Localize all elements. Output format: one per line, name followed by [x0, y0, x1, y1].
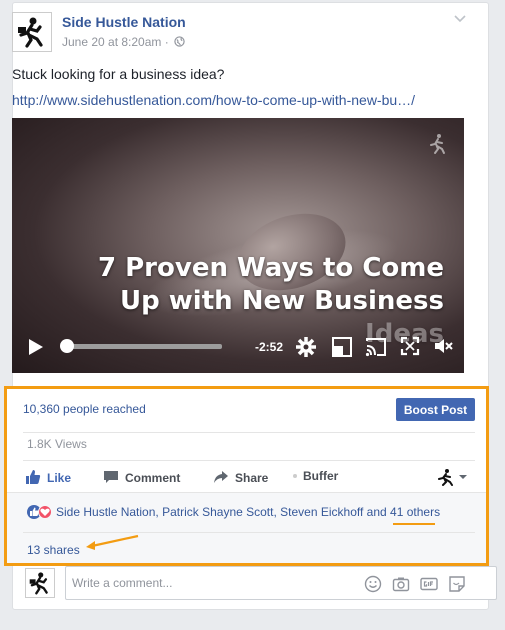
- video-title-line2: Up with New Business: [120, 286, 444, 316]
- thumbs-up-icon: [26, 470, 41, 484]
- reactions-others-link[interactable]: 41 others: [390, 505, 440, 519]
- comment-label: Comment: [125, 471, 181, 485]
- boost-post-button[interactable]: Boost Post: [396, 398, 475, 421]
- page-name-link[interactable]: Side Hustle Nation: [62, 14, 186, 30]
- like-button[interactable]: Like: [25, 469, 71, 485]
- comment-input[interactable]: [72, 576, 352, 590]
- reactor-name-1[interactable]: Side Hustle Nation: [56, 505, 155, 519]
- comment-composer: [23, 566, 497, 602]
- people-reached-link[interactable]: 10,360 people reached: [23, 402, 146, 416]
- share-label: Share: [235, 471, 269, 485]
- fullscreen-icon[interactable]: [400, 336, 420, 356]
- runner-logo-icon: [29, 572, 48, 595]
- emoji-icon[interactable]: [364, 575, 382, 593]
- cast-icon[interactable]: [364, 336, 388, 358]
- buffer-label: Buffer: [303, 469, 339, 483]
- mute-icon[interactable]: [433, 336, 453, 356]
- reactor-name-2[interactable]: Patrick Shayne Scott: [162, 505, 273, 519]
- post-text: Stuck looking for a business idea?: [12, 66, 225, 82]
- comment-button[interactable]: Comment: [103, 469, 180, 485]
- page-logo-avatar[interactable]: [12, 12, 52, 52]
- theater-mode-icon[interactable]: [331, 336, 353, 358]
- views-count: 1.8K Views: [27, 437, 87, 451]
- post-header: Side Hustle Nation June 20 at 8:20am ·: [12, 10, 467, 54]
- love-reaction-icon: [38, 505, 52, 519]
- video-time-remaining: -2:52: [255, 340, 284, 354]
- divider: [23, 460, 475, 461]
- sticker-icon[interactable]: [448, 575, 466, 593]
- post-timestamp[interactable]: June 20 at 8:20am: [62, 35, 161, 49]
- comment-icon: [104, 471, 118, 483]
- camera-icon[interactable]: [392, 575, 410, 593]
- meta-separator: ·: [164, 35, 169, 49]
- shares-count-link[interactable]: 13 shares: [27, 543, 80, 557]
- post-link[interactable]: http://www.sidehustlenation.com/how-to-c…: [12, 92, 415, 108]
- watermark-logo-icon: [430, 134, 445, 154]
- share-arrow-icon: [214, 471, 228, 483]
- video-player[interactable]: 7 Proven Ways to Come Up with New Busine…: [12, 118, 464, 373]
- gear-icon[interactable]: [295, 336, 317, 358]
- post-as-page-selector[interactable]: [435, 468, 469, 486]
- gif-icon[interactable]: [420, 575, 438, 593]
- video-title-overlay: 7 Proven Ways to Come Up with New Busine…: [84, 252, 444, 351]
- share-button[interactable]: Share: [213, 469, 268, 485]
- play-icon[interactable]: [28, 338, 44, 356]
- post-meta: June 20 at 8:20am ·: [62, 35, 185, 49]
- reactor-name-3[interactable]: Steven Eickhoff: [280, 505, 363, 519]
- video-scrubber-handle[interactable]: [60, 339, 74, 353]
- reactions-summary[interactable]: Side Hustle Nation, Patrick Shayne Scott…: [27, 505, 477, 519]
- video-title-line1: 7 Proven Ways to Come: [97, 253, 444, 283]
- divider: [23, 432, 475, 433]
- buffer-button[interactable]: Buffer: [293, 469, 338, 483]
- like-label: Like: [47, 471, 72, 485]
- arrow-annotation-icon: [86, 534, 139, 550]
- video-progress-bar[interactable]: [64, 344, 222, 349]
- post-actions-bar: Like Comment Share Buffer: [23, 463, 475, 491]
- reactions-and: and: [366, 505, 387, 519]
- chevron-down-icon[interactable]: [453, 14, 467, 24]
- buffer-icon: [293, 474, 297, 478]
- runner-logo-icon: [18, 17, 43, 48]
- globe-icon: [174, 36, 185, 47]
- commenter-avatar[interactable]: [25, 568, 55, 598]
- others-underline-annotation: [393, 523, 435, 525]
- comment-box: [65, 566, 497, 600]
